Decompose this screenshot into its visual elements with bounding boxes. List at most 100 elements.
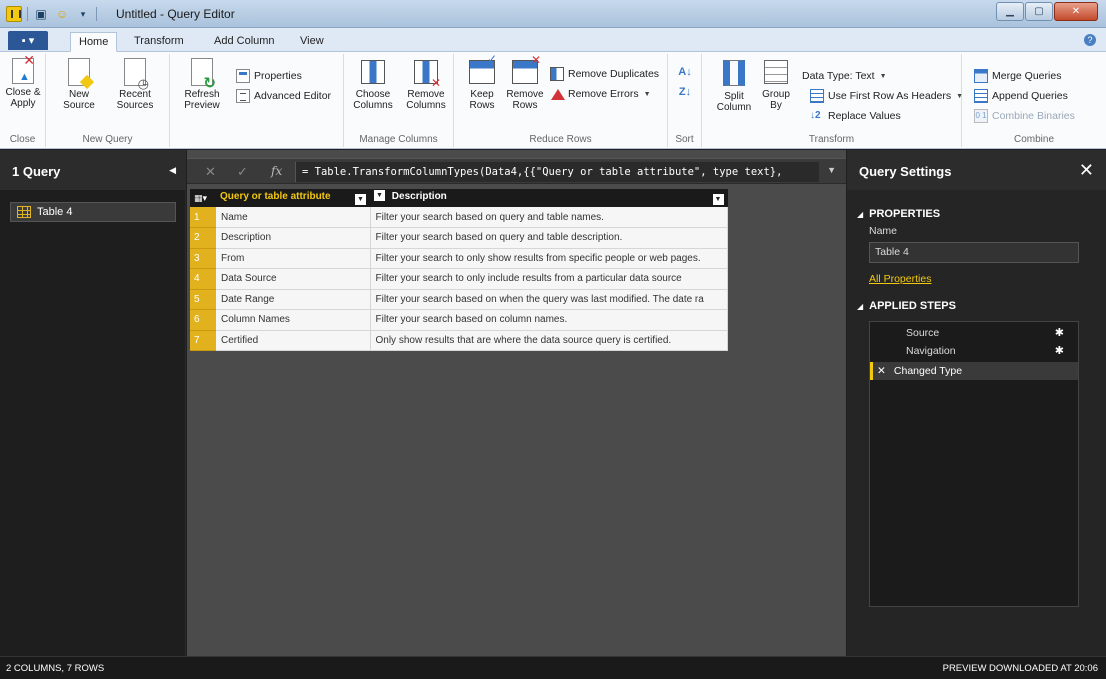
query-item-table-4[interactable]: Table 4 <box>10 202 176 222</box>
gear-icon[interactable]: ✱ <box>1055 324 1064 342</box>
table-row[interactable]: 4 Data Source Filter your search to only i… <box>190 268 728 290</box>
group-by-button[interactable]: Group By <box>758 58 794 111</box>
cell-attribute[interactable]: Name <box>216 207 371 228</box>
step-source[interactable]: Source ✱ <box>870 324 1078 342</box>
save-icon[interactable]: ▣ <box>33 6 49 22</box>
maximize-button[interactable]: ▢ <box>1025 2 1053 21</box>
table-row[interactable]: 7 Certified Only show results that are whe… <box>190 330 728 351</box>
step-navigation[interactable]: Navigation ✱ <box>870 342 1078 360</box>
split-column-button[interactable]: Split Column <box>712 58 756 113</box>
query-name-field[interactable]: Table 4 <box>869 242 1079 263</box>
table-row[interactable]: 1 Name Filter your search based on query a… <box>190 207 728 228</box>
cell-description[interactable]: Filter your search based on when the que… <box>370 289 728 310</box>
cell-attribute[interactable]: Column Names <box>216 309 371 331</box>
formula-input[interactable]: = Table.TransformColumnTypes(Data4,{{"Qu… <box>295 162 819 182</box>
sort-ascending-button[interactable]: A↓ <box>678 64 692 80</box>
cell-description[interactable]: Filter your search based on query and ta… <box>370 207 728 228</box>
refresh-preview-button[interactable]: Refresh Preview <box>176 58 228 111</box>
cell-attribute[interactable]: Data Source <box>216 268 371 290</box>
table-row[interactable]: 6 Column Names Filter your search based on… <box>190 309 728 331</box>
table-row[interactable]: 5 Date Range Filter your search based on w… <box>190 289 728 310</box>
tab-add-column[interactable]: Add Column <box>206 32 283 52</box>
manage-columns-group-label: Manage Columns <box>359 134 438 145</box>
customize-toolbar-icon[interactable]: ▾ <box>75 6 91 22</box>
smiley-feedback-icon[interactable]: ☺ <box>54 6 70 22</box>
column-filter-icon[interactable]: ▼ <box>355 194 366 205</box>
new-source-button[interactable]: New Source <box>54 58 104 111</box>
sort-descending-icon: Z↓ <box>678 86 692 98</box>
cell-description[interactable]: Filter your search based on column names… <box>370 309 728 331</box>
refresh-icon <box>191 58 216 89</box>
all-properties-link[interactable]: All Properties <box>869 273 931 285</box>
cell-description[interactable]: Filter your search to only include resul… <box>370 268 728 290</box>
append-queries-label: Append Queries <box>992 90 1068 102</box>
collapse-pane-icon[interactable]: ◀ <box>169 165 176 176</box>
queries-pane-header: 1 Query ◀ <box>0 150 186 190</box>
remove-errors-button[interactable]: Remove Errors ▼ <box>550 86 651 102</box>
commit-formula-icon[interactable]: ✓ <box>237 164 248 180</box>
recent-sources-button[interactable]: Recent Sources <box>108 58 162 111</box>
properties-label: Properties <box>254 70 302 82</box>
tab-home[interactable]: Home <box>70 32 118 52</box>
row-number[interactable]: 5 <box>190 289 216 310</box>
close-apply-button[interactable]: Close & Apply <box>0 55 46 109</box>
function-icon[interactable]: fx <box>271 164 282 178</box>
choose-columns-button[interactable]: Choose Columns <box>348 58 398 111</box>
remove-rows-icon <box>512 55 541 84</box>
combine-binaries-button[interactable]: 0 1 Combine Binaries <box>974 108 1075 124</box>
close-window-button[interactable]: ✕ <box>1054 2 1098 21</box>
data-type-dropdown[interactable]: Data Type: Text ▼ <box>802 68 887 84</box>
cell-description[interactable]: Only show results that are where the dat… <box>370 330 728 351</box>
merge-queries-button[interactable]: Merge Queries <box>974 68 1061 84</box>
remove-rows-button[interactable]: Remove Rows <box>502 55 548 111</box>
choose-columns-icon <box>361 60 385 84</box>
row-number[interactable]: 2 <box>190 227 216 249</box>
table-row[interactable]: 2 Description Filter your search based on … <box>190 227 728 249</box>
column-type-icon[interactable]: ▼ <box>374 189 385 201</box>
gear-icon[interactable]: ✱ <box>1055 342 1064 360</box>
keep-rows-button[interactable]: Keep Rows <box>460 54 504 111</box>
applied-steps-section-title[interactable]: ◢ APPLIED STEPS <box>857 300 956 312</box>
quick-access-toolbar: ▣ ☺ ▾ <box>6 6 97 22</box>
help-icon[interactable]: ? <box>1084 34 1096 46</box>
replace-values-button[interactable]: ↓2 Replace Values <box>810 108 901 124</box>
step-changed-type[interactable]: ✕ Changed Type <box>870 362 1078 380</box>
sort-descending-button[interactable]: Z↓ <box>678 84 692 100</box>
table-row[interactable]: 3 From Filter your search to only show res… <box>190 248 728 269</box>
properties-section-title[interactable]: ◢ PROPERTIES <box>857 208 940 220</box>
expand-formula-icon[interactable]: ▼ <box>827 165 836 175</box>
row-number[interactable]: 4 <box>190 268 216 290</box>
cell-attribute[interactable]: Certified <box>216 330 371 351</box>
table-menu-button[interactable]: ▦▾ <box>190 189 216 207</box>
close-icon[interactable]: ✕ <box>1079 160 1094 181</box>
column-header-description[interactable]: ▼ Description ▼ <box>370 189 728 207</box>
minimize-button[interactable]: ▁ <box>996 2 1024 21</box>
column-filter-icon[interactable]: ▼ <box>712 194 724 205</box>
cancel-formula-icon[interactable]: ✕ <box>205 164 216 180</box>
tab-transform[interactable]: Transform <box>126 32 192 52</box>
cell-attribute[interactable]: Date Range <box>216 289 371 310</box>
recent-sources-icon <box>124 58 149 89</box>
remove-duplicates-button[interactable]: Remove Duplicates <box>550 66 659 82</box>
reduce-rows-group-label: Reduce Rows <box>529 134 592 145</box>
cell-description[interactable]: Filter your search based on query and ta… <box>370 227 728 249</box>
tab-view[interactable]: View <box>292 32 332 52</box>
use-first-row-headers-button[interactable]: Use First Row As Headers ▼ <box>810 88 963 104</box>
properties-button[interactable]: Properties <box>236 68 302 84</box>
column-header-query-or-table-attribute[interactable]: Query or table attribute ▼ <box>216 189 370 207</box>
cell-attribute[interactable]: From <box>216 248 371 269</box>
cell-description[interactable]: Filter your search to only show results … <box>370 248 728 269</box>
file-menu-tab[interactable]: ▪ ▾ <box>8 31 48 50</box>
row-number[interactable]: 1 <box>190 207 216 228</box>
row-number[interactable]: 6 <box>190 309 216 331</box>
cell-attribute[interactable]: Description <box>216 227 371 249</box>
row-number[interactable]: 3 <box>190 248 216 269</box>
remove-columns-button[interactable]: Remove Columns <box>400 58 452 111</box>
row-number[interactable]: 7 <box>190 330 216 351</box>
preview-timestamp: PREVIEW DOWNLOADED AT 20:06 <box>942 663 1098 674</box>
append-queries-button[interactable]: Append Queries <box>974 88 1068 104</box>
remove-columns-icon <box>414 60 441 89</box>
advanced-editor-button[interactable]: Advanced Editor <box>236 88 331 104</box>
delete-step-icon[interactable]: ✕ <box>877 362 891 380</box>
power-bi-app-icon[interactable] <box>6 6 22 22</box>
